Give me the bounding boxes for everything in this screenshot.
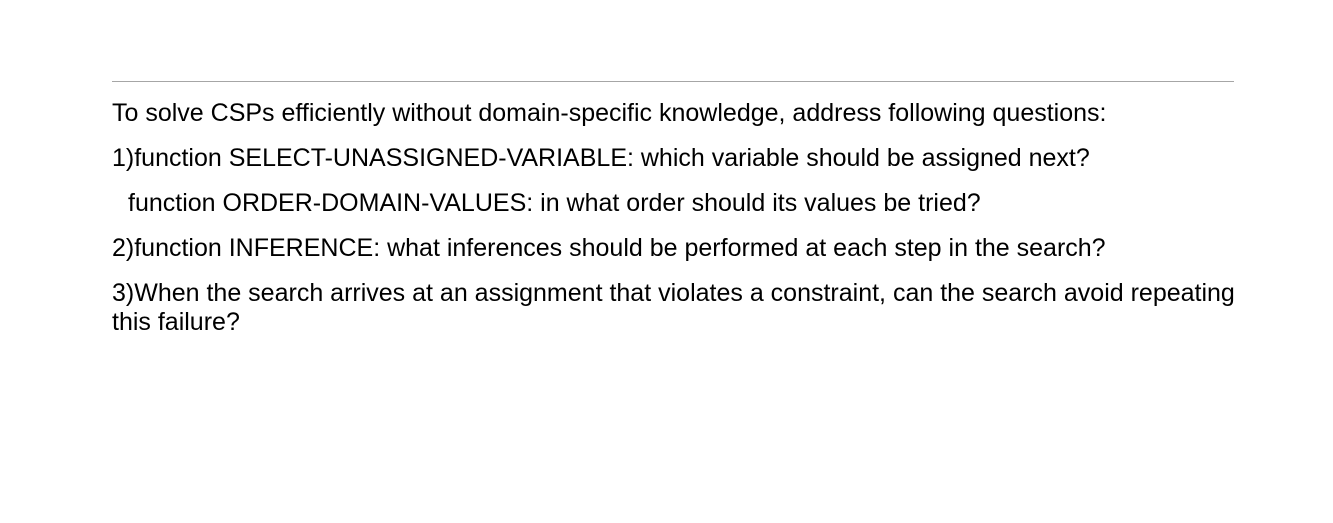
title-divider-line [112,81,1234,82]
intro-paragraph: To solve CSPs efficiently without domain… [112,99,1107,127]
question-2-paragraph: 2)function INFERENCE: what inferences sh… [112,234,1106,262]
slide-body: To solve CSPs efficiently without domain… [112,99,1237,353]
question-1-followup-paragraph: function ORDER-DOMAIN-VALUES: in what or… [128,189,981,217]
slide: To solve CSPs efficiently without domain… [0,0,1333,523]
question-1-paragraph: 1)function SELECT-UNASSIGNED-VARIABLE: w… [112,144,1090,172]
question-3-paragraph: 3)When the search arrives at an assignme… [112,279,1235,336]
